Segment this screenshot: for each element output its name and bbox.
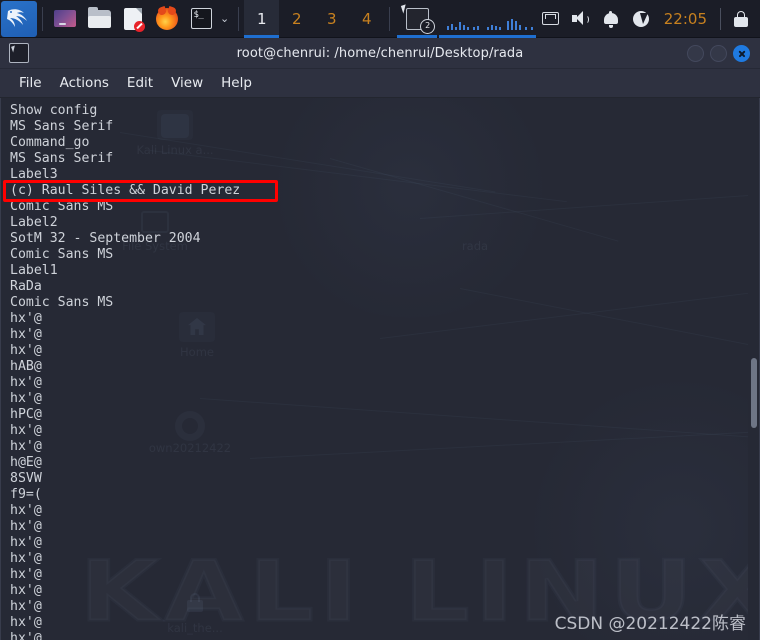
window-controls (687, 44, 760, 62)
workspace-switcher: 1 2 3 4 (244, 0, 384, 38)
terminal-icon[interactable]: $_ (186, 4, 216, 34)
terminal-icon-glyph: $_ (190, 8, 212, 29)
terminal-line: SotM 32 - September 2004 (10, 231, 201, 246)
terminal-line: hx'@ (10, 375, 42, 390)
taskbar: $_ ⌄ 1 2 3 4 2 22:05 (0, 0, 760, 38)
folder-icon[interactable] (84, 4, 114, 34)
terminal-line: hx'@ (10, 519, 42, 534)
files-app-icon[interactable] (50, 4, 80, 34)
terminal-line: hx'@ (10, 615, 42, 630)
terminal-line: hx'@ (10, 311, 42, 326)
terminal-window-icon (9, 43, 29, 63)
menu-file[interactable]: File (10, 72, 51, 94)
menu-edit[interactable]: Edit (118, 72, 162, 94)
menu-actions[interactable]: Actions (51, 72, 118, 94)
terminal-line: Command_go (10, 135, 90, 150)
terminal-line: Label1 (10, 263, 58, 278)
desktop-icon-label: rada (461, 239, 489, 253)
taskbar-divider-1 (42, 6, 43, 31)
terminal-line: h@E@ (10, 455, 42, 470)
document-icon[interactable] (118, 4, 148, 34)
terminal-line: hPC@ (10, 407, 42, 422)
terminal-line: Show config (10, 103, 98, 118)
terminal-line: hx'@ (10, 391, 42, 406)
minimize-button[interactable] (687, 44, 704, 62)
terminal-body[interactable]: KALI LINUX "The quieter you become, the … (0, 98, 760, 640)
tray-divider (720, 7, 721, 30)
menu-help[interactable]: Help (212, 72, 261, 94)
terminal-line: Comic Sans MS (10, 295, 114, 310)
taskbar-divider-2 (238, 6, 240, 31)
maximize-button[interactable] (710, 44, 727, 62)
chevron-down-icon[interactable]: ⌄ (220, 13, 229, 24)
system-monitor-graph (439, 0, 536, 38)
terminal-line: hx'@ (10, 503, 42, 518)
power-icon[interactable] (626, 0, 656, 38)
firefox-icon[interactable] (152, 4, 182, 34)
terminal-line: hx'@ (10, 343, 42, 358)
window-title: root@chenrui: /home/chenrui/Desktop/rada (236, 45, 524, 61)
workspace-1[interactable]: 1 (244, 0, 280, 38)
screen: $_ ⌄ 1 2 3 4 2 22:05 root@chenrui: /home… (0, 0, 760, 640)
desktop-icon-rada: rada (430, 206, 520, 253)
menubar: File Actions Edit View Help (0, 69, 760, 98)
menu-view[interactable]: View (162, 72, 212, 94)
volume-icon[interactable] (566, 0, 596, 38)
terminal-line: hx'@ (10, 551, 42, 566)
terminal-line: hx'@ (10, 423, 42, 438)
close-button[interactable] (733, 44, 750, 62)
terminal-task-button[interactable]: 2 (395, 0, 439, 38)
kali-dragon-icon[interactable] (1, 0, 37, 37)
kali-dragon-glyph (7, 8, 27, 27)
terminal-line: hx'@ (10, 535, 42, 550)
taskbar-divider-3 (389, 6, 391, 31)
workspace-4[interactable]: 4 (349, 0, 384, 38)
workspace-3[interactable]: 3 (314, 0, 349, 38)
terminal-line: Label3 (10, 167, 58, 182)
scrollbar-thumb[interactable] (751, 358, 757, 428)
terminal-line: hx'@ (10, 599, 42, 614)
terminal-line: hx'@ (10, 583, 42, 598)
workspace-2[interactable]: 2 (279, 0, 314, 38)
terminal-line: hx'@ (10, 327, 42, 342)
window-titlebar[interactable]: root@chenrui: /home/chenrui/Desktop/rada (0, 38, 760, 69)
terminal-line: 8SVW (10, 471, 42, 486)
terminal-line: MS Sans Serif (10, 151, 114, 166)
terminal-line: f9=( (10, 487, 42, 502)
network-icon[interactable] (536, 0, 566, 38)
terminal-line: hAB@ (10, 359, 42, 374)
terminal-line: Comic Sans MS (10, 247, 114, 262)
lock-icon[interactable] (726, 0, 756, 38)
terminal-line: hx'@ (10, 567, 42, 582)
terminal-line: RaDa (10, 279, 42, 294)
terminal-line: (c) Raul Siles && David Perez (10, 183, 241, 198)
task-badge: 2 (420, 18, 436, 34)
terminal-line: Label2 (10, 215, 58, 230)
clock[interactable]: 22:05 (656, 0, 715, 38)
terminal-window: root@chenrui: /home/chenrui/Desktop/rada… (0, 38, 760, 640)
terminal-line: MS Sans Serif (10, 119, 114, 134)
terminal-line: hx'@ (10, 439, 42, 454)
terminal-output: Show config MS Sans Serif Command_go MS San… (0, 98, 240, 640)
notification-bell-icon[interactable] (596, 0, 626, 38)
terminal-scrollbar[interactable] (748, 98, 760, 640)
terminal-line: Comic Sans MS (10, 199, 114, 214)
terminal-line: hx'@ (10, 631, 42, 640)
system-tray: 22:05 (536, 0, 760, 38)
